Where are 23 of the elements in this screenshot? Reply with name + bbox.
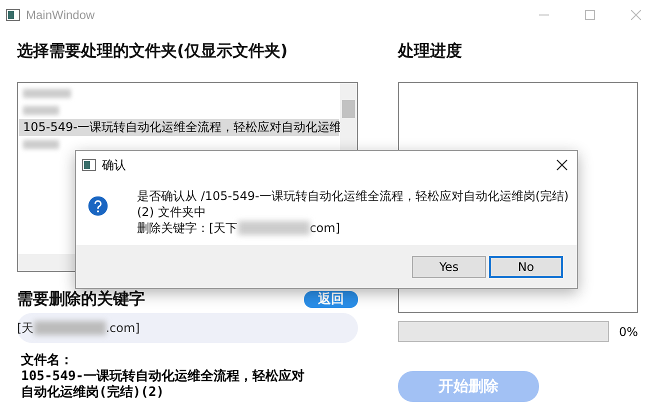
keyword-field[interactable]: [天 .com] [17,313,358,343]
section-heading: 选择需要处理的文件夹(仅显示文件夹) [17,40,289,62]
maximize-icon[interactable] [585,10,595,20]
app-icon [6,9,20,21]
section-heading: 处理进度 [398,40,463,62]
progress-reading: 0% [618,324,638,338]
section-heading: 需要删除的关键字 [17,288,145,310]
redacted-text [23,140,59,149]
file-name-label: 文件名： [21,353,74,369]
app-icon [82,159,96,171]
keyword-text: .com] [106,321,140,335]
window-title: MainWindow [26,8,95,22]
list-item[interactable]: 105-549-一课玩转自动化运维全流程，轻松应对自动化运维 [19,119,339,136]
keyword-text: [天 [17,320,34,336]
dialog-button[interactable]: Yes [412,256,486,278]
dialog-button[interactable]: No [489,256,563,278]
keyword-text: 删除关键字：[天下 [137,220,238,236]
dialog-title: 确认 [102,156,126,174]
file-name-value: 105-549-一课玩转自动化运维全流程，轻松应对自动化运维岗(完结)(2) [21,369,306,401]
redacted-text [23,106,59,115]
redacted-text [23,89,71,98]
keyword-text: com] [310,220,340,236]
close-icon[interactable] [556,159,568,171]
